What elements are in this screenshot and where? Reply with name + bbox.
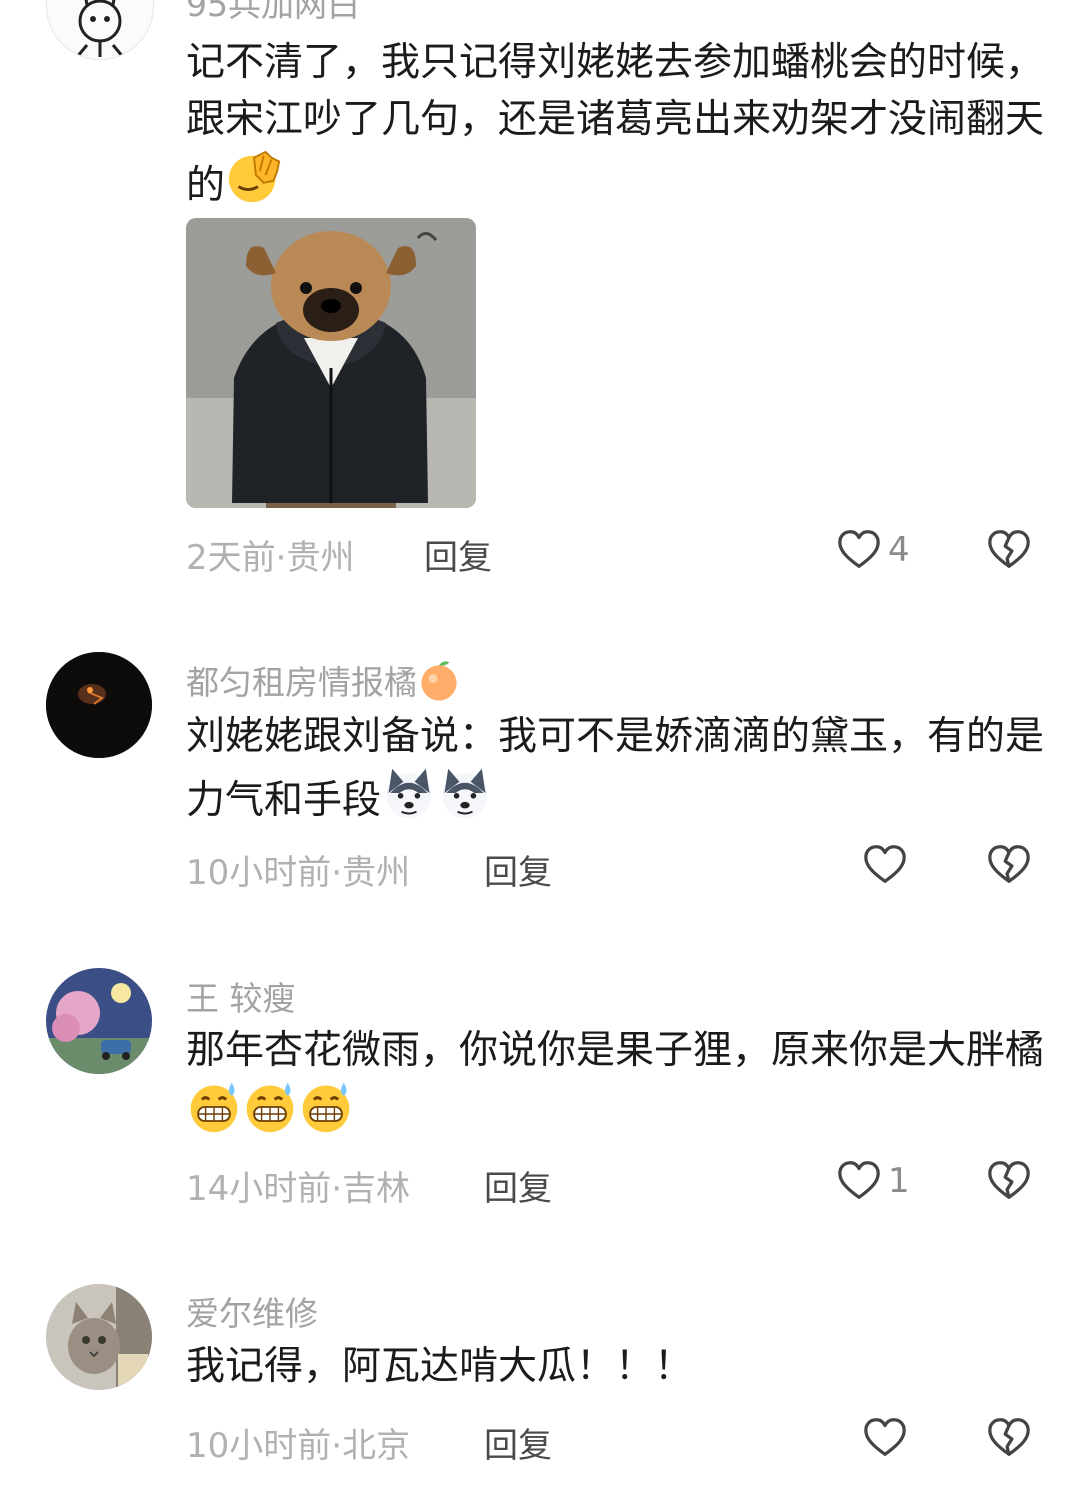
user-avatar[interactable]: [46, 652, 152, 758]
comment-text: 记不清了，我只记得刘姥姥去参加蟠桃会的时候，跟宋江吵了几句，还是诸葛亮出来劝架才…: [186, 40, 1045, 208]
heart-icon: [836, 527, 882, 573]
heart-icon: [862, 842, 908, 888]
username[interactable]: 都匀租房情报橘: [186, 656, 461, 704]
username-text: 都匀租房情报橘: [186, 663, 417, 702]
username[interactable]: 爱尔维修: [186, 1287, 318, 1335]
comment-text: 我记得，阿瓦达啃大瓜！！！: [186, 1344, 694, 1389]
comment-text-wrapper: 记不清了，我只记得刘姥姥去参加蟠桃会的时候，跟宋江吵了几句，还是诸葛亮出来劝架才…: [186, 34, 1046, 214]
reply-button[interactable]: 回复: [484, 1418, 552, 1467]
broken-heart-icon: [986, 527, 1032, 573]
user-avatar[interactable]: [46, 1284, 152, 1390]
dislike-button[interactable]: [986, 1158, 1032, 1208]
heart-icon: [836, 1158, 882, 1204]
like-button[interactable]: [862, 1415, 914, 1461]
sweat-grin-emoji: [242, 1079, 298, 1135]
husky-emoji: [381, 765, 437, 821]
like-count: 1: [888, 1161, 910, 1201]
like-count: 4: [888, 530, 910, 570]
comment-time-location: 10小时前·贵州: [186, 853, 411, 893]
username[interactable]: 95兵加网白: [186, 0, 360, 26]
puppy-in-jacket-photo[interactable]: [186, 218, 476, 508]
comment-time-location: 14小时前·吉林: [186, 1169, 411, 1209]
user-avatar[interactable]: [46, 968, 152, 1074]
heart-icon: [862, 1415, 908, 1461]
comment-text-wrapper: 那年杏花微雨，你说你是果子狸，原来你是大胖橘: [186, 1022, 1046, 1143]
like-button[interactable]: [862, 842, 914, 888]
comment-text: 刘姥姥跟刘备说：我可不是娇滴滴的黛玉，有的是力气和手段: [186, 714, 1045, 823]
broken-heart-icon: [986, 842, 1032, 888]
comment-text: 那年杏花微雨，你说你是果子狸，原来你是大胖橘: [186, 1028, 1045, 1073]
sweat-grin-emoji: [298, 1079, 354, 1135]
like-button[interactable]: 4: [836, 527, 910, 573]
like-button[interactable]: 1: [836, 1158, 910, 1204]
broken-heart-icon: [986, 1158, 1032, 1204]
username[interactable]: 王 较瘦: [186, 972, 296, 1020]
facepalm-emoji: [225, 148, 283, 206]
reply-button[interactable]: 回复: [484, 845, 552, 894]
dislike-button[interactable]: [986, 1415, 1032, 1465]
dislike-button[interactable]: [986, 527, 1032, 577]
comment-time-location: 10小时前·北京: [186, 1426, 411, 1466]
reply-button[interactable]: 回复: [424, 530, 492, 579]
dislike-button[interactable]: [986, 842, 1032, 892]
husky-emoji: [437, 765, 493, 821]
sweat-grin-emoji: [186, 1079, 242, 1135]
user-avatar[interactable]: [46, 0, 154, 60]
comment-text-wrapper: 刘姥姥跟刘备说：我可不是娇滴滴的黛玉，有的是力气和手段: [186, 708, 1046, 829]
tangerine-emoji: [417, 658, 461, 702]
broken-heart-icon: [986, 1415, 1032, 1461]
comment-time-location: 2天前·贵州: [186, 538, 355, 578]
reply-button[interactable]: 回复: [484, 1161, 552, 1210]
